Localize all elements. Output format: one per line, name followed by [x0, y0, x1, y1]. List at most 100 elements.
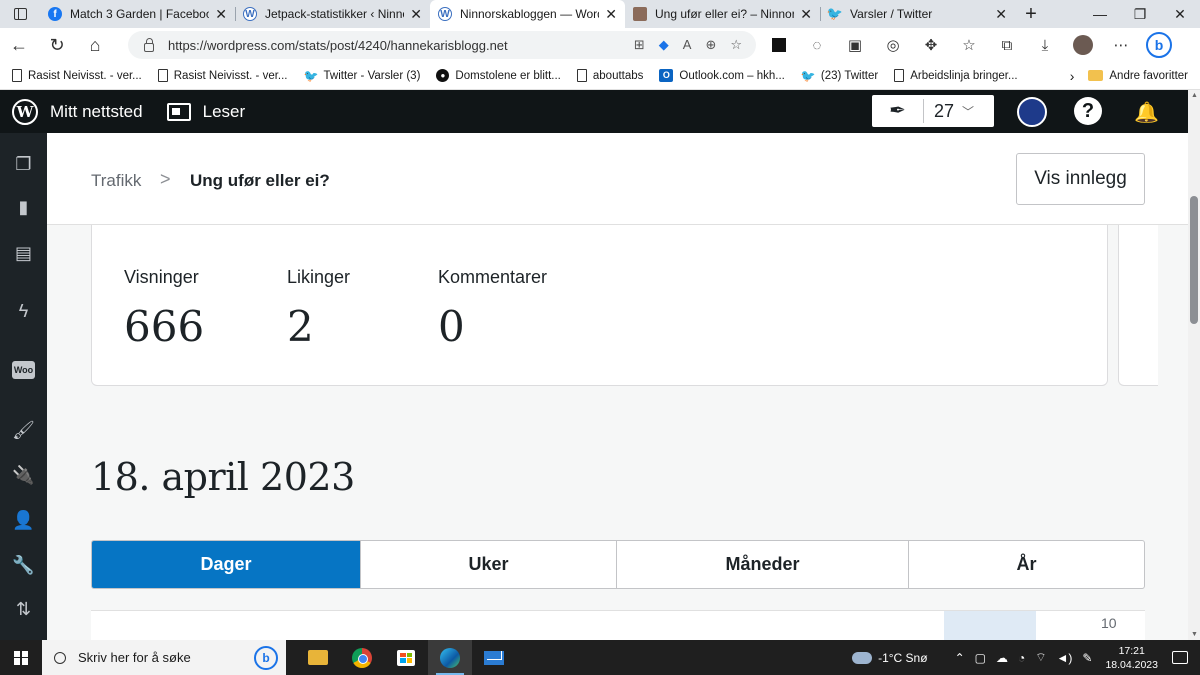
lock-icon[interactable]: [144, 37, 154, 52]
users-icon[interactable]: 👤: [12, 509, 35, 532]
chevron-down-icon[interactable]: ﹀: [962, 103, 974, 120]
close-tab-icon[interactable]: ✕: [800, 6, 812, 23]
comments-icon[interactable]: ▮: [12, 196, 35, 219]
collections-icon[interactable]: ⧉: [988, 37, 1026, 54]
clock[interactable]: 17:21 18.04.2023: [1105, 644, 1158, 672]
bookmark-item[interactable]: Rasist Neivisst. - ver...: [157, 69, 288, 82]
network-icon[interactable]: ◔: [1018, 651, 1025, 665]
url-text: https://wordpress.com/stats/post/4240/ha…: [168, 37, 508, 53]
browser-toolbar: ◌ ▣ ◎ ✥ ☆ ⧉ ⤓ ⋯ b: [760, 28, 1178, 62]
browser-tab[interactable]: W Jetpack-statistikker ‹ Ninnorsk ✕: [235, 0, 430, 28]
bookmark-item[interactable]: 🐦 Twitter - Varsler (3): [304, 69, 421, 83]
help-icon[interactable]: ?: [1074, 97, 1102, 125]
more-menu-icon[interactable]: ⋯: [1102, 36, 1140, 54]
folder-icon: [1088, 70, 1104, 81]
close-tab-icon[interactable]: ✕: [215, 6, 227, 23]
volume-icon[interactable]: ◄): [1057, 651, 1073, 665]
stat-value: 2: [287, 302, 314, 351]
bookmark-item[interactable]: Arbeidslinja bringer...: [894, 69, 1018, 82]
bookmark-item[interactable]: abouttabs: [576, 69, 643, 82]
view-post-button[interactable]: Vis innlegg: [1016, 153, 1145, 205]
back-icon[interactable]: ←: [0, 35, 38, 56]
browser-tab-active[interactable]: W Ninnorskabloggen — WordPress ✕: [430, 0, 625, 28]
other-favorites-folder[interactable]: Andre favoritter: [1088, 70, 1188, 82]
profile-avatar[interactable]: [1064, 35, 1102, 55]
page-scrollbar[interactable]: ▲ ▼: [1188, 90, 1200, 640]
settings-icon[interactable]: ⇅: [12, 598, 35, 621]
extension-circle-icon[interactable]: ◌: [798, 37, 836, 54]
extension-camera-icon[interactable]: ▣: [836, 36, 874, 54]
taskbar-search[interactable]: Skriv her for å søke b: [42, 640, 286, 675]
notifications-bell-icon[interactable]: 🔔: [1134, 100, 1159, 125]
start-button[interactable]: [0, 640, 42, 675]
close-window-icon[interactable]: ✕: [1160, 0, 1200, 28]
notification-center-icon[interactable]: [1172, 651, 1188, 664]
period-tab-days[interactable]: Dager: [92, 541, 360, 588]
chrome-icon[interactable]: [340, 640, 384, 675]
scroll-down-icon[interactable]: ▼: [1191, 631, 1198, 638]
mail-icon[interactable]: [472, 640, 516, 675]
read-aloud-icon[interactable]: A: [683, 37, 692, 53]
page-icon: [12, 69, 22, 82]
store-icon[interactable]: [384, 640, 428, 675]
pen-icon[interactable]: ✎: [1082, 651, 1092, 665]
refresh-icon[interactable]: ↻: [38, 35, 76, 56]
minimize-icon[interactable]: —: [1080, 0, 1120, 28]
breadcrumb-traffic[interactable]: Trafikk: [91, 171, 141, 191]
edge-icon[interactable]: [428, 640, 472, 675]
period-tab-months[interactable]: Måneder: [616, 541, 908, 588]
bookmark-item[interactable]: Rasist Neivisst. - ver...: [12, 69, 142, 82]
device-icon[interactable]: ▢: [975, 651, 986, 665]
close-tab-icon[interactable]: ✕: [410, 6, 422, 23]
scroll-up-icon[interactable]: ▲: [1191, 92, 1198, 99]
woo-icon[interactable]: Woo: [11, 358, 36, 381]
new-tab-icon[interactable]: +: [1015, 0, 1047, 28]
posts-icon[interactable]: ❐: [12, 153, 35, 176]
chart-bar[interactable]: [944, 611, 1036, 640]
bookmark-item[interactable]: O Outlook.com – hkh...: [659, 69, 785, 82]
extension-black-icon[interactable]: [760, 38, 798, 52]
tools-icon[interactable]: 🔧: [12, 554, 35, 577]
close-tab-icon[interactable]: ✕: [605, 6, 617, 23]
period-tab-years[interactable]: År: [908, 541, 1144, 588]
close-tab-icon[interactable]: ✕: [995, 6, 1007, 23]
browser-tab[interactable]: 🐦 Varsler / Twitter ✕: [820, 0, 1015, 28]
tab-actions-icon[interactable]: [0, 0, 40, 28]
appearance-icon[interactable]: 🖌: [12, 419, 35, 442]
extension-search-icon[interactable]: ◎: [874, 36, 912, 54]
zoom-icon[interactable]: ⊕: [705, 37, 716, 53]
chevron-right-icon[interactable]: ›: [1070, 68, 1075, 84]
favorites-icon[interactable]: ☆: [950, 36, 988, 54]
plugins-icon[interactable]: 🔌: [12, 464, 35, 487]
favorite-star-icon[interactable]: ☆: [730, 37, 742, 53]
browser-tab[interactable]: Ung ufør eller ei? – Ninnorska ✕: [625, 0, 820, 28]
feedback-icon[interactable]: ▤: [12, 242, 35, 265]
jetpack-icon[interactable]: ϟ: [12, 300, 35, 323]
bing-icon[interactable]: b: [254, 645, 278, 670]
home-icon[interactable]: ⌂: [76, 35, 114, 56]
stat-label: Kommentarer: [438, 267, 548, 287]
bing-icon[interactable]: b: [1140, 32, 1178, 58]
weather-widget[interactable]: -1°C Snø: [852, 651, 928, 665]
tab-title: Ung ufør eller ei? – Ninnorska: [655, 7, 795, 21]
file-explorer-icon[interactable]: [296, 640, 340, 675]
download-icon[interactable]: ⤓: [1026, 37, 1064, 54]
scrollbar-thumb[interactable]: [1190, 196, 1198, 324]
wifi-icon[interactable]: ⌔: [1035, 650, 1046, 665]
write-button[interactable]: ✒ 27 ﹀: [872, 95, 994, 127]
url-input[interactable]: https://wordpress.com/stats/post/4240/ha…: [128, 31, 756, 59]
extensions-puzzle-icon[interactable]: ✥: [912, 36, 950, 54]
period-tab-weeks[interactable]: Uker: [360, 541, 616, 588]
browser-tab[interactable]: f Match 3 Garden | Facebook ✕: [40, 0, 235, 28]
chevron-up-icon[interactable]: ⌃: [955, 651, 965, 665]
bookmark-item[interactable]: 🐦 (23) Twitter: [801, 69, 878, 83]
my-site-button[interactable]: W Mitt nettsted: [0, 90, 155, 133]
bookmark-item[interactable]: ● Domstolene er blitt...: [436, 69, 561, 82]
user-avatar[interactable]: [1017, 97, 1047, 127]
onedrive-cloud-icon[interactable]: ☁: [996, 651, 1008, 665]
tag-icon[interactable]: ◆: [659, 37, 669, 53]
apps-icon[interactable]: ⊞: [634, 37, 645, 53]
reader-button[interactable]: Leser: [155, 90, 258, 133]
breadcrumb-separator: >: [160, 169, 171, 189]
restore-icon[interactable]: ❐: [1120, 0, 1160, 28]
